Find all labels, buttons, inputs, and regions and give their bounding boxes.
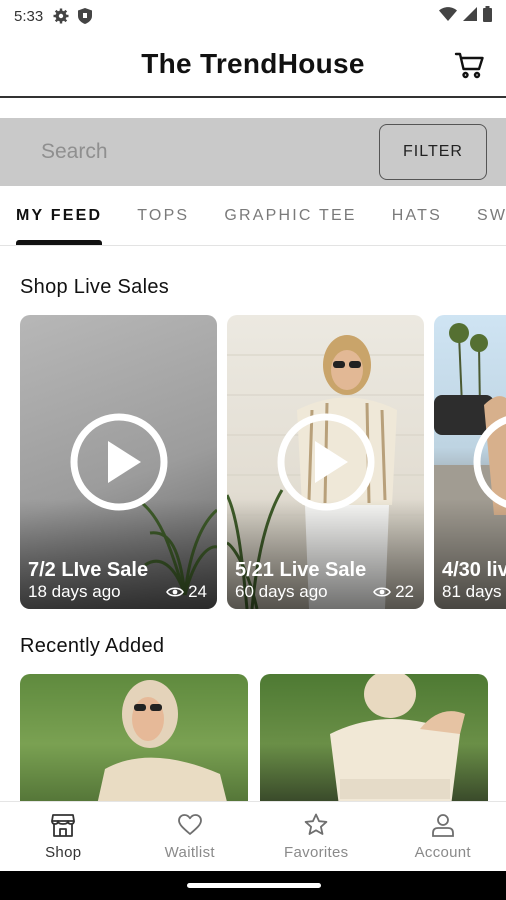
live-sale-card[interactable]: 7/2 LIve Sale 18 days ago 24 xyxy=(20,315,217,609)
live-sale-age: 18 days ago xyxy=(28,582,121,601)
system-nav-bar xyxy=(0,871,506,900)
live-sale-title: 7/2 LIve Sale xyxy=(28,559,149,581)
shop-icon xyxy=(51,814,76,837)
search-bar: FILTER xyxy=(0,118,506,186)
live-sales-heading: Shop Live Sales xyxy=(20,276,170,298)
product-card[interactable] xyxy=(20,674,248,814)
tab-my-feed[interactable]: MY FEED xyxy=(16,186,103,245)
play-icon xyxy=(473,416,506,508)
live-sale-age: 81 days xyxy=(442,582,502,601)
app-screen: 5:33 The TrendHouse Search FILTER MY FEE… xyxy=(0,0,506,900)
product-image xyxy=(95,680,230,814)
tab-tops[interactable]: TOPS xyxy=(137,186,189,245)
status-time: 5:33 xyxy=(14,7,44,25)
eye-icon xyxy=(166,587,185,597)
nav-waitlist-label: Waitlist xyxy=(164,844,215,861)
cart-icon[interactable] xyxy=(454,49,486,81)
nav-account-label: Account xyxy=(414,844,471,861)
live-sale-card[interactable]: 5/21 Live Sale 60 days ago 22 xyxy=(227,315,424,609)
person-icon xyxy=(431,814,454,837)
nav-waitlist[interactable]: Waitlist xyxy=(127,802,254,871)
category-tabs: MY FEED TOPS GRAPHIC TEE HATS SWE xyxy=(0,186,506,246)
nav-favorites-label: Favorites xyxy=(284,844,349,861)
heart-icon xyxy=(177,814,202,835)
recently-added-heading: Recently Added xyxy=(20,635,165,657)
shield-icon xyxy=(78,8,93,24)
view-count: 24 xyxy=(166,582,207,602)
nav-shop-label: Shop xyxy=(45,844,82,861)
tab-graphic-tee[interactable]: GRAPHIC TEE xyxy=(224,186,356,245)
app-header: The TrendHouse xyxy=(0,32,506,98)
live-sale-card[interactable]: 4/30 liv 81 days xyxy=(434,315,506,609)
search-input[interactable] xyxy=(19,124,367,180)
view-count-value: 24 xyxy=(188,582,207,601)
signal-icon xyxy=(463,7,477,25)
star-icon xyxy=(304,813,328,835)
live-sale-title: 4/30 liv xyxy=(442,559,506,581)
play-icon xyxy=(277,413,374,511)
status-bar: 5:33 xyxy=(0,0,506,32)
app-title: The TrendHouse xyxy=(141,48,365,79)
home-handle[interactable] xyxy=(187,883,321,888)
nav-favorites[interactable]: Favorites xyxy=(253,802,380,871)
battery-icon xyxy=(483,6,492,26)
live-sale-title: 5/21 Live Sale xyxy=(235,559,367,581)
bottom-nav: Shop Waitlist Favorites Account xyxy=(0,801,506,871)
live-sale-age: 60 days ago xyxy=(235,582,328,601)
product-image xyxy=(330,674,465,814)
eye-icon xyxy=(373,587,392,597)
nav-shop[interactable]: Shop xyxy=(0,802,127,871)
tab-hats[interactable]: HATS xyxy=(392,186,442,245)
nav-account[interactable]: Account xyxy=(380,802,506,871)
tab-swe[interactable]: SWE xyxy=(477,186,506,245)
view-count-value: 22 xyxy=(395,582,414,601)
gear-icon xyxy=(53,8,69,24)
wifi-icon xyxy=(439,7,457,25)
view-count: 22 xyxy=(373,582,414,602)
filter-button[interactable]: FILTER xyxy=(379,124,487,180)
product-card[interactable] xyxy=(260,674,488,814)
play-icon xyxy=(70,413,167,511)
